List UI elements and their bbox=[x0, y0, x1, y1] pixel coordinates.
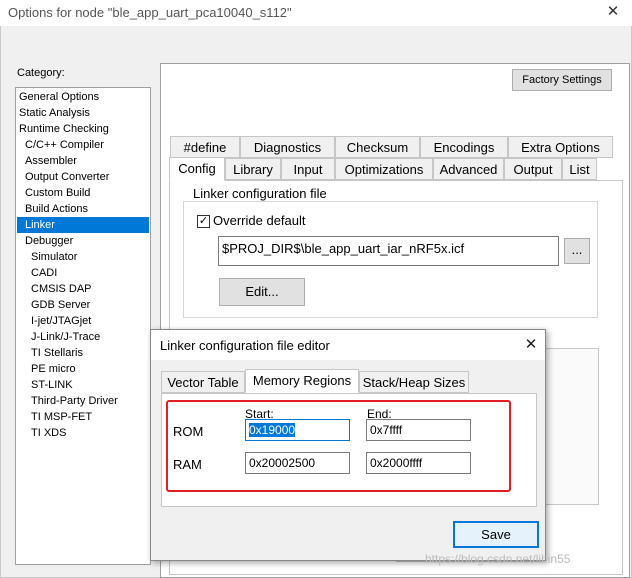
tab-list[interactable]: List bbox=[562, 158, 597, 180]
dialog-close-icon[interactable]: ✕ bbox=[521, 335, 541, 355]
tab-extra-options[interactable]: Extra Options bbox=[508, 136, 613, 158]
tab-vector-table[interactable]: Vector Table bbox=[161, 371, 245, 393]
category-item-ti-xds[interactable]: TI XDS bbox=[17, 425, 149, 441]
category-list[interactable]: General Options Static Analysis Runtime … bbox=[15, 87, 151, 565]
tab-define[interactable]: #define bbox=[170, 136, 240, 158]
category-item-i-jet[interactable]: I-jet/JTAGjet bbox=[17, 313, 149, 329]
override-default-label[interactable]: Override default bbox=[213, 213, 306, 228]
tab-diagnostics[interactable]: Diagnostics bbox=[240, 136, 335, 158]
category-item-third-party-driver[interactable]: Third-Party Driver bbox=[17, 393, 149, 409]
ram-label: RAM bbox=[173, 457, 202, 472]
category-item-debugger[interactable]: Debugger bbox=[17, 233, 149, 249]
category-item-ti-stellaris[interactable]: TI Stellaris bbox=[17, 345, 149, 361]
tab-encodings[interactable]: Encodings bbox=[420, 136, 508, 158]
category-item-c-compiler[interactable]: C/C++ Compiler bbox=[17, 137, 149, 153]
category-item-output-converter[interactable]: Output Converter bbox=[17, 169, 149, 185]
dialog-title: Linker configuration file editor bbox=[160, 338, 330, 353]
close-window-icon[interactable]: ✕ bbox=[603, 3, 623, 21]
category-item-linker[interactable]: Linker bbox=[17, 217, 149, 233]
ram-end-field[interactable]: 0x2000ffff bbox=[366, 452, 471, 474]
tab-library[interactable]: Library bbox=[225, 158, 281, 180]
category-item-general-options[interactable]: General Options bbox=[17, 89, 149, 105]
category-item-j-link[interactable]: J-Link/J-Trace bbox=[17, 329, 149, 345]
edit-button[interactable]: Edit... bbox=[219, 278, 305, 306]
override-default-checkbox[interactable]: ✓ bbox=[197, 215, 210, 228]
window-title: Options for node "ble_app_uart_pca10040_… bbox=[8, 5, 292, 20]
category-item-cmsis-dap[interactable]: CMSIS DAP bbox=[17, 281, 149, 297]
config-file-path-field[interactable]: $PROJ_DIR$\ble_app_uart_iar_nRF5x.icf bbox=[218, 236, 559, 266]
tab-input[interactable]: Input bbox=[281, 158, 335, 180]
category-item-simulator[interactable]: Simulator bbox=[17, 249, 149, 265]
highlight-annotation bbox=[166, 400, 511, 492]
save-button[interactable]: Save bbox=[453, 521, 539, 548]
rom-end-field[interactable]: 0x7ffff bbox=[366, 419, 471, 441]
rom-start-field[interactable]: 0x19000 bbox=[245, 419, 350, 441]
category-item-st-link[interactable]: ST-LINK bbox=[17, 377, 149, 393]
category-item-custom-build[interactable]: Custom Build bbox=[17, 185, 149, 201]
tab-checksum[interactable]: Checksum bbox=[335, 136, 420, 158]
category-item-assembler[interactable]: Assembler bbox=[17, 153, 149, 169]
category-item-gdb-server[interactable]: GDB Server bbox=[17, 297, 149, 313]
category-item-runtime-checking[interactable]: Runtime Checking bbox=[17, 121, 149, 137]
tab-optimizations[interactable]: Optimizations bbox=[335, 158, 433, 180]
category-item-cadi[interactable]: CADI bbox=[17, 265, 149, 281]
tab-output[interactable]: Output bbox=[504, 158, 562, 180]
linker-config-group-title: Linker configuration file bbox=[190, 186, 330, 201]
tab-advanced[interactable]: Advanced bbox=[433, 158, 504, 180]
ram-start-field[interactable]: 0x20002500 bbox=[245, 452, 350, 474]
category-item-static-analysis[interactable]: Static Analysis bbox=[17, 105, 149, 121]
rom-start-value: 0x19000 bbox=[249, 423, 296, 437]
tab-memory-regions[interactable]: Memory Regions bbox=[245, 369, 359, 393]
category-item-ti-msp-fet[interactable]: TI MSP-FET bbox=[17, 409, 149, 425]
rom-label: ROM bbox=[173, 424, 204, 439]
tab-stack-heap-sizes[interactable]: Stack/Heap Sizes bbox=[359, 371, 469, 393]
category-item-pe-micro[interactable]: PE micro bbox=[17, 361, 149, 377]
factory-settings-button[interactable]: Factory Settings bbox=[512, 69, 612, 91]
category-item-build-actions[interactable]: Build Actions bbox=[17, 201, 149, 217]
tab-config[interactable]: Config bbox=[169, 157, 225, 181]
watermark: https://blog.csdn.net/libin55 bbox=[425, 552, 571, 566]
category-label: Category: bbox=[17, 67, 65, 79]
browse-button[interactable]: ... bbox=[564, 238, 590, 264]
